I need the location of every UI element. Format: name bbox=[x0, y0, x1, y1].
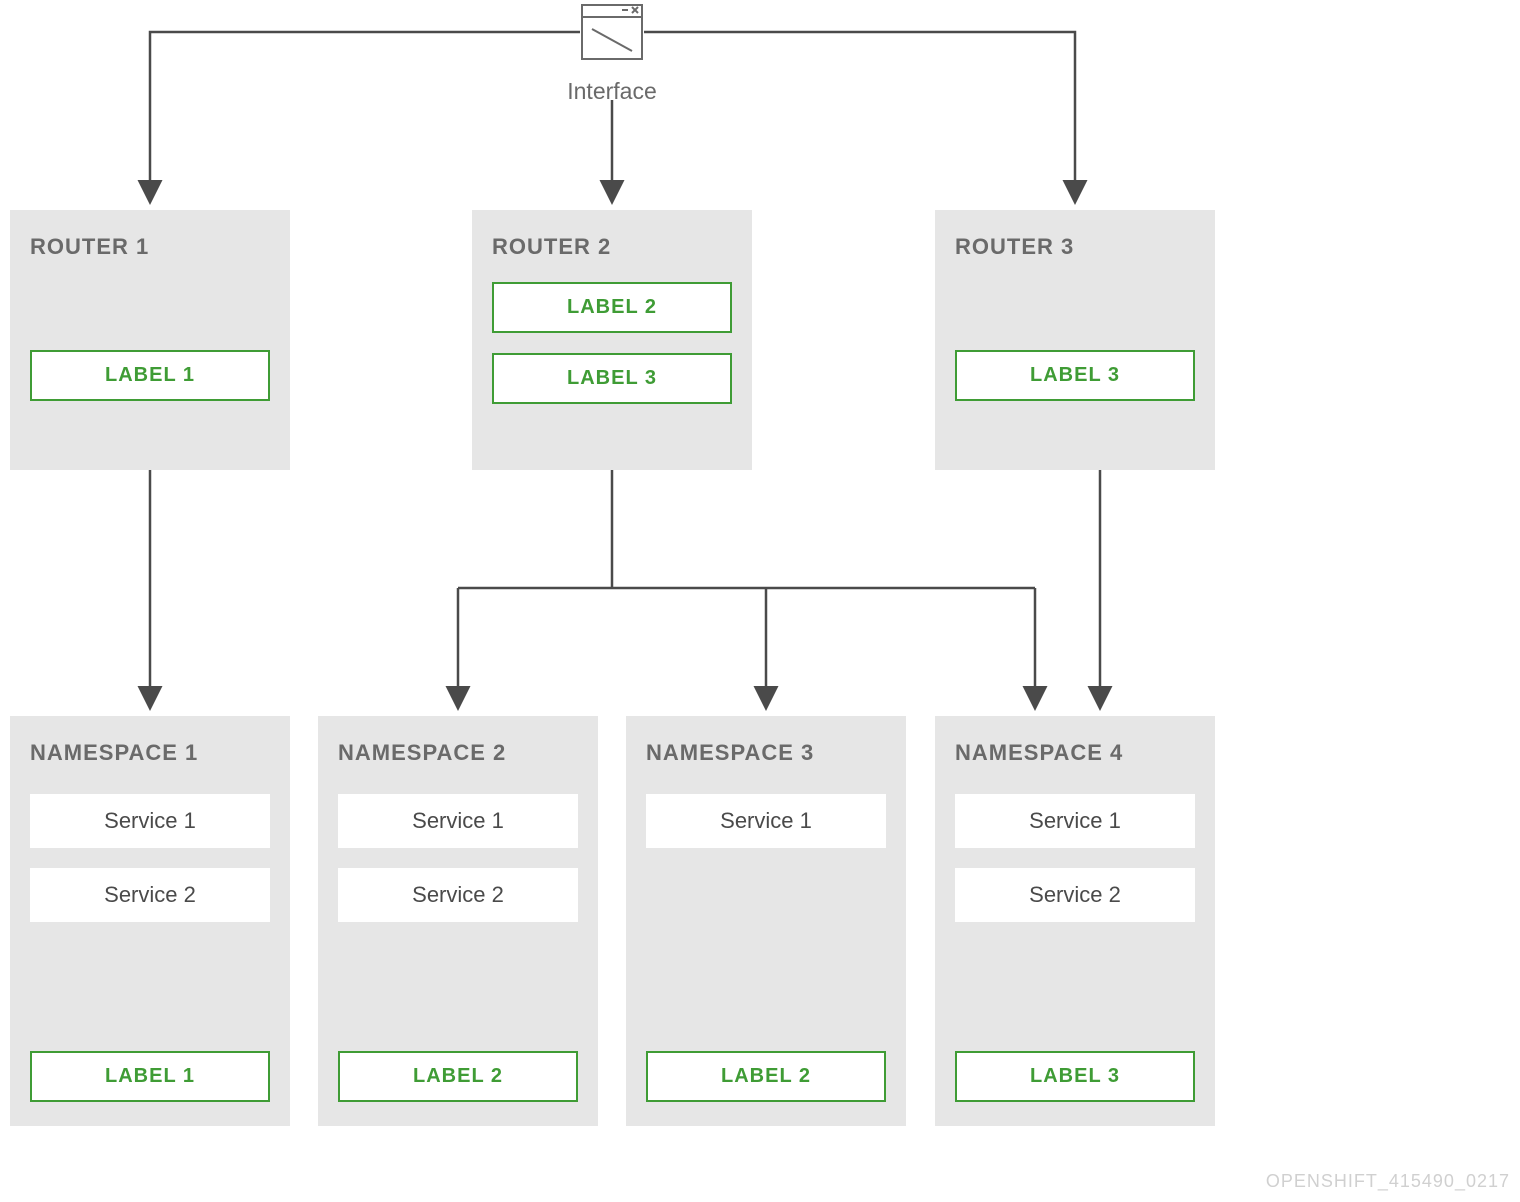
namespace-2-title: NAMESPACE 2 bbox=[338, 740, 578, 766]
namespace-4-label: LABEL 3 bbox=[955, 1051, 1195, 1102]
namespace-2-box: NAMESPACE 2 Service 1 Service 2 LABEL 2 bbox=[318, 716, 598, 1126]
namespace-2-label: LABEL 2 bbox=[338, 1051, 578, 1102]
router-1-box: ROUTER 1 LABEL 1 bbox=[10, 210, 290, 470]
router-2-title: ROUTER 2 bbox=[492, 234, 732, 260]
router-2-label-2: LABEL 3 bbox=[492, 353, 732, 404]
namespace-1-box: NAMESPACE 1 Service 1 Service 2 LABEL 1 bbox=[10, 716, 290, 1126]
router-2-box: ROUTER 2 LABEL 2 LABEL 3 bbox=[472, 210, 752, 470]
namespace-4-title: NAMESPACE 4 bbox=[955, 740, 1195, 766]
namespace-1-service-1: Service 1 bbox=[30, 794, 270, 848]
namespace-3-label: LABEL 2 bbox=[646, 1051, 886, 1102]
namespace-4-service-2: Service 2 bbox=[955, 868, 1195, 922]
router-1-title: ROUTER 1 bbox=[30, 234, 270, 260]
namespace-2-service-2: Service 2 bbox=[338, 868, 578, 922]
namespace-1-service-2: Service 2 bbox=[30, 868, 270, 922]
namespace-3-box: NAMESPACE 3 Service 1 LABEL 2 bbox=[626, 716, 906, 1126]
namespace-4-service-1: Service 1 bbox=[955, 794, 1195, 848]
router-2-label-1: LABEL 2 bbox=[492, 282, 732, 333]
interface-label: Interface bbox=[560, 78, 664, 105]
router-1-label-1: LABEL 1 bbox=[30, 350, 270, 401]
namespace-1-title: NAMESPACE 1 bbox=[30, 740, 270, 766]
interface-icon bbox=[580, 3, 644, 61]
namespace-1-label: LABEL 1 bbox=[30, 1051, 270, 1102]
namespace-4-box: NAMESPACE 4 Service 1 Service 2 LABEL 3 bbox=[935, 716, 1215, 1126]
watermark: OPENSHIFT_415490_0217 bbox=[1266, 1171, 1510, 1192]
router-3-label-1: LABEL 3 bbox=[955, 350, 1195, 401]
namespace-3-title: NAMESPACE 3 bbox=[646, 740, 886, 766]
namespace-3-service-1: Service 1 bbox=[646, 794, 886, 848]
router-3-title: ROUTER 3 bbox=[955, 234, 1195, 260]
namespace-2-service-1: Service 1 bbox=[338, 794, 578, 848]
router-3-box: ROUTER 3 LABEL 3 bbox=[935, 210, 1215, 470]
